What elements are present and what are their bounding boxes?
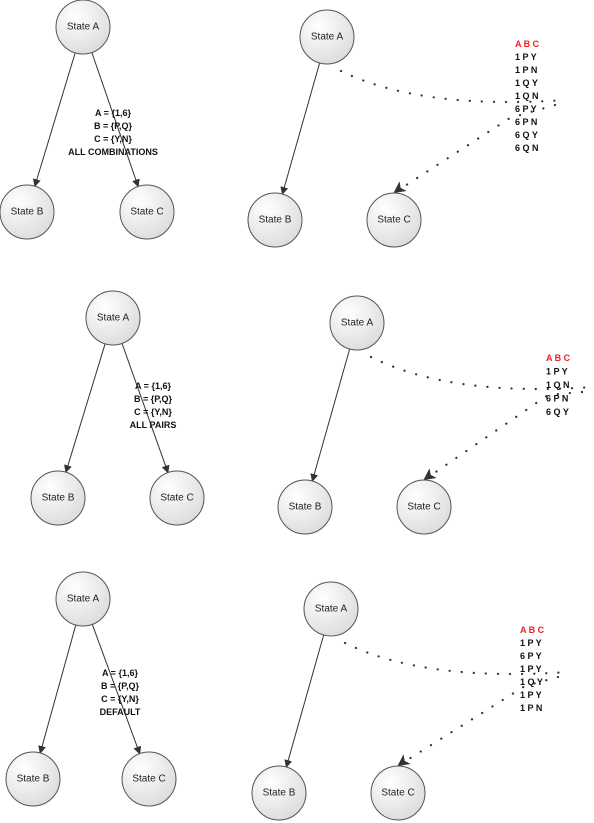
combination-row: 1 Q Y — [520, 677, 543, 687]
set-definition-line: ALL PAIRS — [130, 420, 177, 430]
combination-row: 6 Q Y — [515, 130, 538, 140]
edge-a-to-b — [38, 624, 77, 754]
combination-row: 6 P N — [546, 394, 568, 404]
set-definition-line: ALL COMBINATIONS — [68, 147, 158, 157]
state-a-node-label: State A — [311, 32, 344, 43]
combination-row: 6 Q N — [515, 143, 539, 153]
state-b-node-label: State B — [263, 788, 296, 799]
state-c-node-label: State C — [132, 774, 165, 785]
combination-row: 1 Q N — [546, 380, 570, 390]
combination-row: 1 P Y — [515, 52, 537, 62]
table-header: A B C — [520, 625, 545, 635]
state-b-node-label: State B — [259, 215, 292, 226]
state-c-node-label: State C — [160, 493, 193, 504]
combination-row: 6 Q Y — [546, 407, 569, 417]
state-a-node-label: State A — [67, 594, 100, 605]
edge-a-to-b — [310, 348, 351, 482]
set-definition-line: A = {1,6} — [102, 668, 138, 678]
state-b-node-label: State B — [11, 207, 44, 218]
state-b-node-label: State B — [42, 493, 75, 504]
state-a-node-label: State A — [97, 313, 130, 324]
edge-a-to-c — [91, 52, 140, 188]
arrow-head — [423, 468, 437, 481]
combination-row: 1 P Y — [520, 690, 542, 700]
set-definition-line: C = {Y,N} — [101, 694, 139, 704]
state-b-node-label: State B — [17, 774, 50, 785]
combination-row: 1 P Y — [520, 638, 542, 648]
state-c-node-label: State C — [407, 502, 440, 513]
combination-row: 1 P N — [515, 65, 537, 75]
combination-row: 1 P Y — [520, 664, 542, 674]
combination-row: 6 P Y — [515, 104, 537, 114]
combination-row: 1 P Y — [546, 367, 568, 377]
table-header: A B C — [546, 353, 571, 363]
set-definition-line: B = {P,Q} — [101, 681, 140, 691]
set-definition-line: B = {P,Q} — [134, 394, 173, 404]
combination-row: 1 Q N — [515, 91, 539, 101]
edge-a-to-b — [284, 634, 325, 768]
set-definition-line: C = {Y,N} — [94, 134, 132, 144]
set-definition-line: B = {P,Q} — [94, 121, 133, 131]
set-definition-line: A = {1,6} — [135, 381, 171, 391]
state-c-node-label: State C — [130, 207, 163, 218]
set-definition-line: C = {Y,N} — [134, 407, 172, 417]
set-definition-line: DEFAULT — [100, 707, 141, 717]
arrow-head — [397, 754, 411, 767]
state-b-node-label: State B — [289, 502, 322, 513]
edge-a-to-b — [64, 343, 106, 474]
state-a-node-label: State A — [341, 318, 374, 329]
state-a-node-label: State A — [315, 604, 348, 615]
combination-row: 6 P N — [515, 117, 537, 127]
state-c-node-label: State C — [381, 788, 414, 799]
state-diagrams: State A State B State C A = {1,6} B = {P,Q} C… — [0, 0, 594, 821]
combination-row: 1 P N — [520, 703, 542, 713]
arrow-head — [393, 181, 407, 194]
combination-row: 1 Q Y — [515, 78, 538, 88]
set-definition-line: A = {1,6} — [95, 108, 131, 118]
table-header: A B C — [515, 39, 540, 49]
dotted-path-return — [425, 390, 584, 480]
state-a-node-label: State A — [67, 22, 100, 33]
edge-a-to-b — [33, 52, 76, 188]
combination-row: 6 P Y — [520, 651, 542, 661]
edge-a-to-b — [280, 62, 321, 195]
state-c-node-label: State C — [377, 215, 410, 226]
